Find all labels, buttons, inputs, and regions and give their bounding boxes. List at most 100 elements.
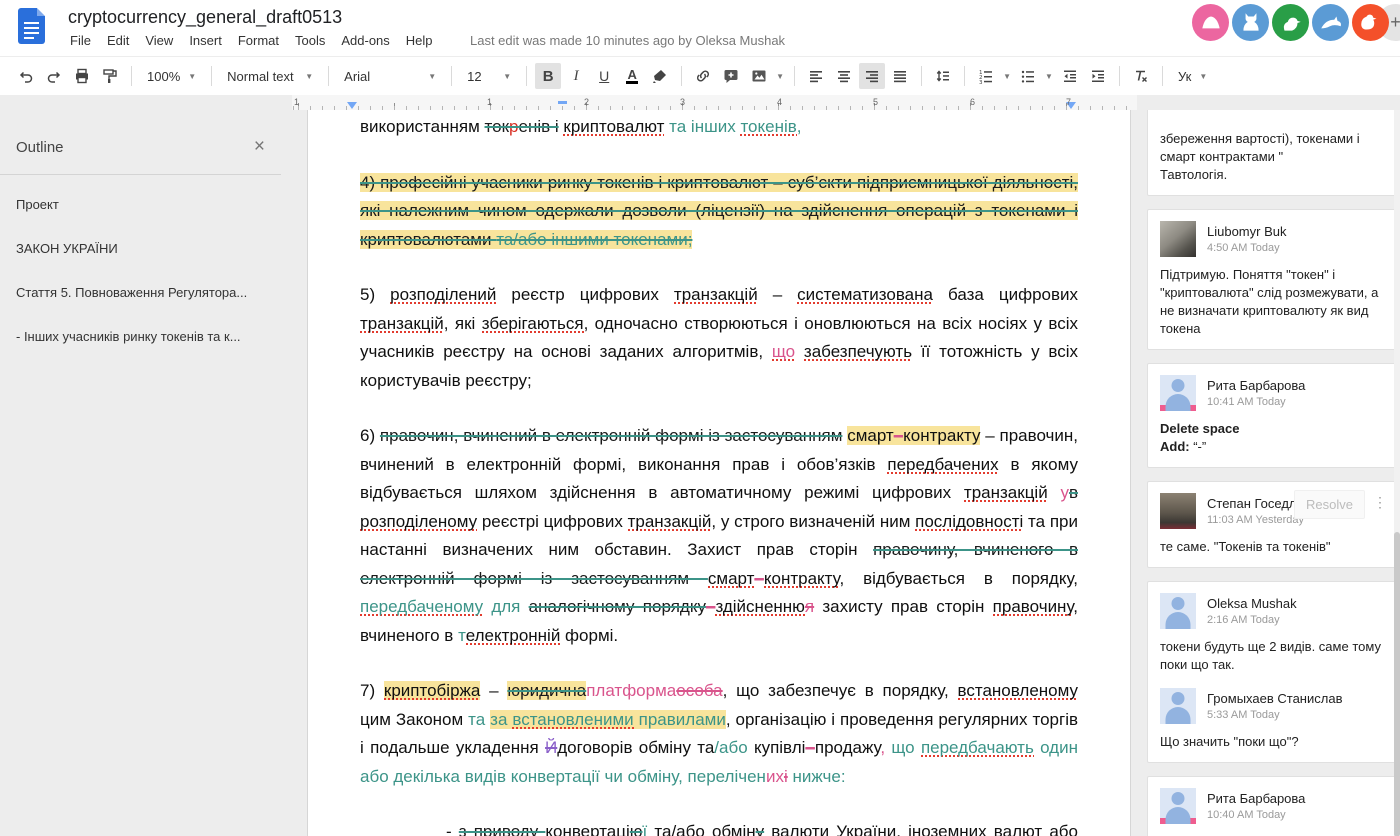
- menu-item-file[interactable]: File: [62, 29, 99, 52]
- kebab-menu-icon[interactable]: ⋮: [1373, 494, 1387, 511]
- doc-text-run: криптобіржа: [384, 681, 480, 700]
- doc-text-run: нижче:: [792, 767, 845, 786]
- ruler-number: 7: [1066, 97, 1071, 107]
- comment-author: Liubomyr Buk: [1207, 221, 1286, 239]
- insert-image-button[interactable]: [746, 63, 772, 89]
- resolve-button[interactable]: Resolve: [1294, 490, 1365, 519]
- bulleted-list-button[interactable]: [1015, 63, 1041, 89]
- comment-card[interactable]: Рита Барбарова10:41 AM TodayDelete space…: [1147, 363, 1398, 468]
- toolbar: 100%▼ Normal text▼ Arial▼ 12▼ B I U A ▼ …: [0, 56, 1400, 95]
- chevron-down-icon: ▼: [503, 72, 511, 81]
- document-title[interactable]: cryptocurrency_general_draft0513: [68, 7, 342, 28]
- align-left-button[interactable]: [803, 63, 829, 89]
- last-edit-status[interactable]: Last edit was made 10 minutes ago by Ole…: [470, 33, 785, 48]
- comment-meta: Liubomyr Buk4:50 AM Today: [1207, 221, 1286, 257]
- anonymous-hedgehog-avatar[interactable]: [1192, 4, 1229, 41]
- comment-card[interactable]: Resolve ⋮ Степан Госедло11:03 AM Yesterday…: [1147, 481, 1398, 568]
- clear-formatting-button[interactable]: [1128, 63, 1154, 89]
- align-right-button[interactable]: [859, 63, 885, 89]
- docs-app-icon[interactable]: [18, 8, 45, 44]
- doc-text-run: юридична: [507, 681, 586, 700]
- anonymous-bird-avatar[interactable]: [1272, 4, 1309, 41]
- doc-text-run: , у строго визначеній ним: [711, 512, 915, 531]
- comment: Liubomyr Buk4:50 AM Today Підтримую. Поня…: [1160, 221, 1385, 338]
- doc-text-run: у: [756, 822, 765, 836]
- menu-item-edit[interactable]: Edit: [99, 29, 137, 52]
- outline-panel: Outline × ПроектЗАКОН УКРАЇНИСтаття 5. П…: [0, 110, 281, 373]
- comment-author: Oleksa Mushak: [1207, 593, 1297, 611]
- align-justify-button[interactable]: [887, 63, 913, 89]
- font-size-select[interactable]: 12▼: [459, 63, 519, 89]
- doc-text-run: транзакцій: [628, 512, 712, 531]
- menu-item-format[interactable]: Format: [230, 29, 287, 52]
- outline-item-1[interactable]: ЗАКОН УКРАЇНИ: [16, 241, 265, 256]
- doc-text-run: , що забезпечує в порядку,: [723, 681, 958, 700]
- comment-body: Підтримую. Поняття "токен" і "криптовалю…: [1160, 266, 1385, 338]
- outline-item-0[interactable]: Проект: [16, 197, 265, 212]
- numbered-list-button[interactable]: 123: [973, 63, 999, 89]
- scrollbar-thumb[interactable]: [1394, 532, 1400, 836]
- menu-item-view[interactable]: View: [137, 29, 181, 52]
- doc-text-run: купівлі: [748, 738, 806, 757]
- insert-link-button[interactable]: [690, 63, 716, 89]
- document-page[interactable]: використанням токренів і криптовалют та …: [307, 110, 1131, 836]
- hedgehog-icon: [1198, 10, 1224, 36]
- chevron-down-icon[interactable]: ▼: [1045, 72, 1053, 81]
- content-area: Outline × ПроектЗАКОН УКРАЇНИСтаття 5. П…: [0, 110, 1400, 836]
- menu-item-help[interactable]: Help: [398, 29, 441, 52]
- align-center-button[interactable]: [831, 63, 857, 89]
- scrollbar-track[interactable]: [1394, 110, 1400, 836]
- comment-card[interactable]: Liubomyr Buk4:50 AM Today Підтримую. Поня…: [1147, 209, 1398, 350]
- add-comment-button[interactable]: [718, 63, 744, 89]
- chevron-down-icon[interactable]: ▼: [776, 72, 784, 81]
- close-icon[interactable]: ×: [254, 136, 265, 158]
- cat-icon: [1238, 10, 1264, 36]
- anonymous-cat-avatar[interactable]: [1232, 4, 1269, 41]
- comment: Рита Барбарова10:41 AM TodayDelete space…: [1160, 375, 1385, 456]
- zoom-select[interactable]: 100%▼: [139, 63, 204, 89]
- redo-button[interactable]: [41, 63, 67, 89]
- decrease-indent-button[interactable]: [1057, 63, 1083, 89]
- comment-header: Liubomyr Buk4:50 AM Today: [1160, 221, 1385, 257]
- doc-text-run: правилами: [634, 710, 726, 729]
- paragraph-style-select[interactable]: Normal text▼: [219, 63, 321, 89]
- comment-timestamp: 10:41 AM Today: [1207, 396, 1305, 408]
- doc-text-run: т: [458, 626, 466, 645]
- text-color-button[interactable]: A: [619, 63, 645, 89]
- avatar-strip: [1160, 405, 1196, 411]
- doc-text-run: , відбувається в порядку,: [839, 569, 1078, 588]
- highlight-color-button[interactable]: [647, 63, 673, 89]
- input-tools-select[interactable]: Ук▼: [1170, 63, 1215, 89]
- ruler: 11234567: [0, 95, 1400, 110]
- bold-button[interactable]: B: [535, 63, 561, 89]
- dolphin-icon: [1318, 10, 1344, 36]
- anonymous-dolphin-avatar[interactable]: [1312, 4, 1349, 41]
- comment-card[interactable]: збереження вартості), токенами і смарт к…: [1147, 110, 1398, 196]
- menu-item-tools[interactable]: Tools: [287, 29, 333, 52]
- outline-item-3[interactable]: - Інших учасників ринку токенів та к...: [16, 329, 265, 344]
- avatar: [1160, 493, 1196, 529]
- undo-button[interactable]: [13, 63, 39, 89]
- underline-button[interactable]: U: [591, 63, 617, 89]
- menu-item-insert[interactable]: Insert: [181, 29, 230, 52]
- menu-item-add-ons[interactable]: Add-ons: [333, 29, 397, 52]
- outline-item-2[interactable]: Стаття 5. Повноваження Регулятора...: [16, 285, 265, 300]
- comment-card[interactable]: Рита Барбарова10:40 AM TodayReplace: “ї”…: [1147, 776, 1398, 836]
- increase-indent-button[interactable]: [1085, 63, 1111, 89]
- tab-stop-marker[interactable]: [558, 101, 567, 104]
- italic-button[interactable]: I: [563, 63, 589, 89]
- comment-text: збереження вартості), токенами і смарт к…: [1160, 131, 1360, 182]
- anonymous-duck-avatar[interactable]: [1352, 4, 1389, 41]
- left-indent-marker[interactable]: [347, 102, 357, 109]
- ruler-track: [292, 95, 1137, 110]
- comment-timestamp: 5:33 AM Today: [1207, 709, 1342, 721]
- doc-paragraph: 7) криптобіржа – юридичнаплатформаособа,…: [360, 677, 1078, 791]
- font-select[interactable]: Arial▼: [336, 63, 444, 89]
- print-button[interactable]: [69, 63, 95, 89]
- paint-format-button[interactable]: [97, 63, 123, 89]
- svg-text:3: 3: [979, 80, 983, 85]
- line-spacing-button[interactable]: [930, 63, 956, 89]
- chevron-down-icon[interactable]: ▼: [1003, 72, 1011, 81]
- comment-card[interactable]: Oleksa Mushak2:16 AM Todayтокени будуть …: [1147, 581, 1398, 763]
- comment-meta: Степан Госедло11:03 AM Yesterday: [1207, 493, 1304, 529]
